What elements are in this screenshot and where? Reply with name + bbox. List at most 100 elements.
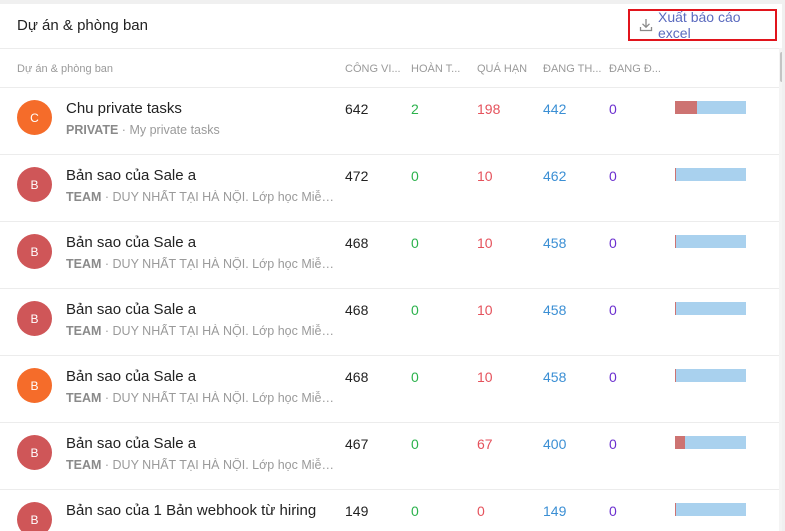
project-name[interactable]: Bản sao của Sale a bbox=[66, 234, 196, 251]
progress-bar bbox=[675, 235, 746, 248]
panel-title: Dự án & phòng ban bbox=[17, 17, 148, 34]
avatar: B bbox=[17, 435, 52, 470]
project-name[interactable]: Bản sao của Sale a bbox=[66, 435, 196, 452]
subtitle-separator: · bbox=[101, 458, 113, 472]
avatar: B bbox=[17, 368, 52, 403]
total-count: 467 bbox=[345, 436, 369, 452]
overdue-count: 67 bbox=[477, 436, 493, 452]
panel-header: Dự án & phòng ban Xuất báo cáo excel bbox=[0, 4, 782, 49]
in-progress-count: 400 bbox=[543, 436, 567, 452]
progress-overdue-segment bbox=[675, 101, 698, 114]
project-desc: DUY NHẤT TẠI HÀ NỘI. Lớp học Miễn phí bbox=[112, 257, 334, 271]
in-progress-count: 462 bbox=[543, 168, 567, 184]
progress-overdue-segment bbox=[675, 436, 686, 449]
project-kind: TEAM bbox=[66, 257, 102, 271]
export-label: Xuất báo cáo excel bbox=[658, 9, 741, 41]
project-name[interactable]: Bản sao của Sale a bbox=[66, 368, 196, 385]
col-project[interactable]: Dự án & phòng ban bbox=[17, 63, 113, 75]
scrollbar-thumb[interactable] bbox=[780, 52, 782, 82]
waiting-count: 0 bbox=[609, 503, 617, 519]
project-kind: TEAM bbox=[66, 324, 102, 338]
project-kind: TEAM bbox=[66, 458, 102, 472]
col-waiting[interactable]: ĐANG Đ... bbox=[609, 63, 661, 75]
in-progress-count: 458 bbox=[543, 235, 567, 251]
progress-bar bbox=[675, 302, 746, 315]
waiting-count: 0 bbox=[609, 369, 617, 385]
progress-bar bbox=[675, 436, 746, 449]
project-subtitle: TEAM · DUY NHẤT TẠI HÀ NỘI. Lớp học Miễn… bbox=[66, 391, 334, 405]
done-count: 0 bbox=[411, 369, 419, 385]
subtitle-separator: · bbox=[101, 391, 113, 405]
col-overdue[interactable]: QUÁ HẠN bbox=[477, 63, 527, 75]
project-row[interactable]: B Bản sao của Sale a TEAM · DUY NHẤT TẠI… bbox=[0, 154, 782, 222]
project-desc: DUY NHẤT TẠI HÀ NỘI. Lớp học Miễn phí bbox=[112, 391, 334, 405]
avatar: C bbox=[17, 100, 52, 135]
done-count: 0 bbox=[411, 436, 419, 452]
avatar: B bbox=[17, 167, 52, 202]
col-in-progress[interactable]: ĐANG TH... bbox=[543, 63, 601, 75]
subtitle-separator: · bbox=[101, 190, 113, 204]
overdue-count: 0 bbox=[477, 503, 485, 519]
project-name[interactable]: Chu private tasks bbox=[66, 100, 182, 117]
project-desc: DUY NHẤT TẠI HÀ NỘI. Lớp học Miễn phí bbox=[112, 324, 334, 338]
project-kind: PRIVATE bbox=[66, 123, 119, 137]
project-row[interactable]: C Chu private tasks PRIVATE · My private… bbox=[0, 87, 782, 155]
project-subtitle: PRIVATE · My private tasks bbox=[66, 123, 334, 137]
export-excel-button[interactable]: Xuất báo cáo excel bbox=[628, 9, 777, 41]
download-icon bbox=[639, 18, 653, 32]
project-row[interactable]: B Bản sao của Sale a TEAM · DUY NHẤT TẠI… bbox=[0, 221, 782, 289]
project-desc: DUY NHẤT TẠI HÀ NỘI. Lớp học Miễn phí bbox=[112, 458, 334, 472]
project-subtitle: TEAM · DUY NHẤT TẠI HÀ NỘI. Lớp học Miễn… bbox=[66, 324, 334, 338]
waiting-count: 0 bbox=[609, 235, 617, 251]
in-progress-count: 149 bbox=[543, 503, 567, 519]
project-name[interactable]: Bản sao của 1 Bản webhook từ hiring bbox=[66, 502, 316, 519]
overdue-count: 10 bbox=[477, 302, 493, 318]
total-count: 472 bbox=[345, 168, 369, 184]
subtitle-separator: · bbox=[101, 324, 113, 338]
scrollbar-track[interactable] bbox=[779, 48, 782, 531]
subtitle-separator: · bbox=[101, 257, 113, 271]
project-kind: TEAM bbox=[66, 391, 102, 405]
done-count: 0 bbox=[411, 168, 419, 184]
progress-bar bbox=[675, 503, 746, 516]
total-count: 642 bbox=[345, 101, 369, 117]
total-count: 468 bbox=[345, 302, 369, 318]
project-desc: My private tasks bbox=[129, 123, 220, 137]
progress-bar bbox=[675, 101, 746, 114]
project-desc: DUY NHẤT TẠI HÀ NỘI. Lớp học Miễn phí bbox=[112, 190, 334, 204]
done-count: 0 bbox=[411, 503, 419, 519]
in-progress-count: 442 bbox=[543, 101, 567, 117]
project-subtitle: TEAM · DUY NHẤT TẠI HÀ NỘI. Lớp học Miễn… bbox=[66, 458, 334, 472]
overdue-count: 10 bbox=[477, 235, 493, 251]
projects-panel: Dự án & phòng ban Xuất báo cáo excel Dự … bbox=[0, 4, 782, 531]
progress-overdue-segment bbox=[675, 235, 677, 248]
waiting-count: 0 bbox=[609, 101, 617, 117]
overdue-count: 198 bbox=[477, 101, 501, 117]
project-row[interactable]: B Bản sao của Sale a TEAM · DUY NHẤT TẠI… bbox=[0, 355, 782, 423]
project-name[interactable]: Bản sao của Sale a bbox=[66, 167, 196, 184]
waiting-count: 0 bbox=[609, 436, 617, 452]
waiting-count: 0 bbox=[609, 168, 617, 184]
overdue-count: 10 bbox=[477, 168, 493, 184]
col-total[interactable]: CÔNG VI... bbox=[345, 63, 401, 75]
total-count: 468 bbox=[345, 235, 369, 251]
project-row[interactable]: B Bản sao của 1 Bản webhook từ hiring 14… bbox=[0, 489, 782, 531]
done-count: 0 bbox=[411, 302, 419, 318]
total-count: 468 bbox=[345, 369, 369, 385]
project-kind: TEAM bbox=[66, 190, 102, 204]
progress-overdue-segment bbox=[675, 369, 677, 382]
total-count: 149 bbox=[345, 503, 369, 519]
column-headers: Dự án & phòng ban CÔNG VI... HOÀN T... Q… bbox=[0, 49, 782, 88]
progress-overdue-segment bbox=[675, 302, 677, 315]
progress-bar bbox=[675, 369, 746, 382]
project-row[interactable]: B Bản sao của Sale a TEAM · DUY NHẤT TẠI… bbox=[0, 422, 782, 490]
progress-overdue-segment bbox=[675, 168, 677, 181]
project-row[interactable]: B Bản sao của Sale a TEAM · DUY NHẤT TẠI… bbox=[0, 288, 782, 356]
project-name[interactable]: Bản sao của Sale a bbox=[66, 301, 196, 318]
done-count: 0 bbox=[411, 235, 419, 251]
done-count: 2 bbox=[411, 101, 419, 117]
avatar: B bbox=[17, 234, 52, 269]
in-progress-count: 458 bbox=[543, 369, 567, 385]
col-done[interactable]: HOÀN T... bbox=[411, 63, 460, 75]
overdue-count: 10 bbox=[477, 369, 493, 385]
